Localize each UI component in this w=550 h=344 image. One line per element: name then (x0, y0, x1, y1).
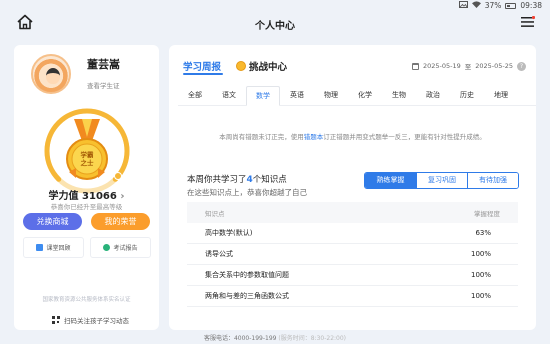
qr-follow[interactable]: 扫码关注孩子学习动态 (52, 315, 129, 325)
status-bar: 37% 09:38 (0, 0, 550, 12)
col-mastery: 掌握程度 (474, 209, 500, 218)
support-contact: 客服电话：4000-199-199 (服务时间：8:30-22:00) (0, 333, 550, 342)
tab-challenge-center[interactable]: 挑战中心 (236, 59, 287, 73)
table-row[interactable]: 集合关系中的参数取值问题 100% (187, 265, 518, 286)
tab-subject[interactable]: 历史 (450, 86, 484, 105)
clock: 09:38 (520, 1, 542, 10)
status-indicators: 37% 09:38 (458, 1, 542, 10)
segment-option[interactable]: 有待加强 (467, 173, 518, 188)
table-row[interactable]: 诱导公式 100% (187, 244, 518, 265)
calendar-icon (411, 62, 419, 70)
tab-challenge-label: 挑战中心 (249, 62, 288, 73)
tab-subject[interactable]: 英语 (280, 86, 314, 105)
support-phone: 客服电话：4000-199-199 (203, 335, 277, 342)
mastery-segmented-control: 熟练掌握 复习巩固 有待加强 (364, 172, 519, 189)
table-row[interactable]: 两角和与差的三角函数公式 100% (187, 286, 518, 307)
knowledge-table: 知识点 掌握程度 高中数学(默认) 63% 诱导公式 100% 集合关系中的参数取值问题… (187, 202, 518, 307)
segment-option[interactable]: 复习巩固 (416, 173, 467, 188)
wrong-book-link[interactable]: 错题本 (304, 133, 324, 141)
table-body: 高中数学(默认) 63% 诱导公式 100% 集合关系中的参数取值问题 100% 两角和与差… (187, 223, 518, 307)
support-hours: (服务时间：8:30-22:00) (278, 335, 347, 342)
summary-subtitle: 在这些知识点上，恭喜你超越了自己 (187, 188, 307, 197)
date-end: 2025-05-25 (475, 62, 513, 70)
class-review-button[interactable]: 课堂回顾 (23, 237, 84, 258)
avatar[interactable] (31, 54, 71, 94)
wifi-icon (471, 1, 481, 10)
knowledge-summary: 本周你共学习了4个知识点 (187, 173, 287, 185)
image-icon (458, 1, 468, 10)
help-icon[interactable]: ? (517, 61, 526, 71)
topic-cell: 集合关系中的参数取值问题 (205, 271, 289, 279)
tab-subject[interactable]: 政治 (416, 86, 450, 105)
exchange-mall-button[interactable]: 兑换商城 (23, 213, 82, 230)
page-title: 个人中心 (255, 21, 295, 32)
tab-weekly-report[interactable]: 学习周报 (183, 59, 221, 73)
mastery-cell: 100% (470, 292, 491, 300)
date-start: 2025-05-19 (422, 62, 461, 70)
tab-subject[interactable]: 化学 (348, 86, 382, 105)
topic-cell: 诱导公式 (205, 250, 233, 258)
summary-pre: 本周你共学习了 (187, 175, 247, 185)
table-header: 知识点 掌握程度 (187, 202, 518, 223)
notice-text-post: 订正错题并用变式题举一反三，更能有针对性提升成绩。 (323, 133, 486, 141)
app-header: 个人中心 (0, 12, 550, 34)
report-icon (103, 244, 111, 251)
book-icon (36, 244, 44, 251)
svg-text:之士: 之士 (81, 158, 95, 167)
segment-option[interactable]: 熟练掌握 (365, 173, 416, 188)
menu-icon (521, 15, 536, 27)
level-congrats: 恭喜你已经升至最高等级 (50, 203, 123, 211)
date-range[interactable]: 2025-05-19 至 2025-05-25 ? (411, 61, 526, 71)
class-review-label: 课堂回顾 (46, 245, 71, 252)
tab-subject[interactable]: 数学 (246, 86, 280, 106)
exam-report-label: 考试报告 (113, 245, 138, 252)
avatar-face (46, 68, 60, 84)
active-tab-indicator (183, 73, 223, 75)
my-honor-button[interactable]: 我的荣誉 (91, 213, 150, 230)
tab-subject[interactable]: 全部 (178, 86, 212, 105)
profile-card: 董芸嵩 查看学生证 学霸 之士 学力值 31066 › 恭喜你已经升至最高等级 … (14, 45, 159, 330)
student-id-link[interactable]: 查看学生证 (87, 80, 120, 90)
exam-report-button[interactable]: 考试报告 (90, 237, 151, 258)
subject-tabs: 全部 语文 数学 英语 物理 化学 生物 政治 历史 地理 (178, 86, 536, 106)
date-separator: 至 (464, 63, 472, 71)
tab-subject[interactable]: 生物 (382, 86, 416, 105)
tab-subject[interactable]: 地理 (484, 86, 518, 105)
qr-follow-label: 扫码关注孩子学习动态 (64, 317, 129, 325)
topic-cell: 高中数学(默认) (205, 229, 253, 237)
battery-percent: 37% (484, 1, 502, 10)
wrong-question-notice: 本周尚有错题未订正完，使用错题本订正错题并用变式题举一反三，更能有针对性提升成绩… (169, 131, 536, 141)
summary-post: 个知识点 (252, 175, 287, 185)
qr-code-icon (52, 316, 60, 324)
table-row[interactable]: 高中数学(默认) 63% (187, 223, 518, 244)
score-line[interactable]: 学力值 31066 › (14, 187, 159, 202)
user-name: 董芸嵩 (87, 58, 120, 71)
notice-text-pre: 本周尚有错题未订正完，使用 (219, 133, 304, 141)
tab-subject[interactable]: 语文 (212, 86, 246, 105)
certification-note: 国家教育资源公共服务体系实名认证 (42, 297, 131, 303)
mastery-cell: 100% (470, 271, 491, 279)
coin-icon (236, 61, 246, 71)
col-topic: 知识点 (205, 209, 225, 218)
medal-icon: 学霸 之士 (44, 108, 130, 194)
tab-subject[interactable]: 物理 (314, 86, 348, 105)
svg-text:学霸: 学霸 (81, 150, 95, 159)
weekly-report-card: 学习周报 挑战中心 2025-05-19 至 2025-05-25 ? 全部 语文… (169, 45, 536, 330)
mastery-cell: 100% (470, 250, 491, 258)
topic-cell: 两角和与差的三角函数公式 (205, 292, 289, 300)
menu-button[interactable] (521, 15, 536, 28)
battery-icon (505, 2, 517, 9)
mastery-cell: 63% (475, 229, 491, 237)
